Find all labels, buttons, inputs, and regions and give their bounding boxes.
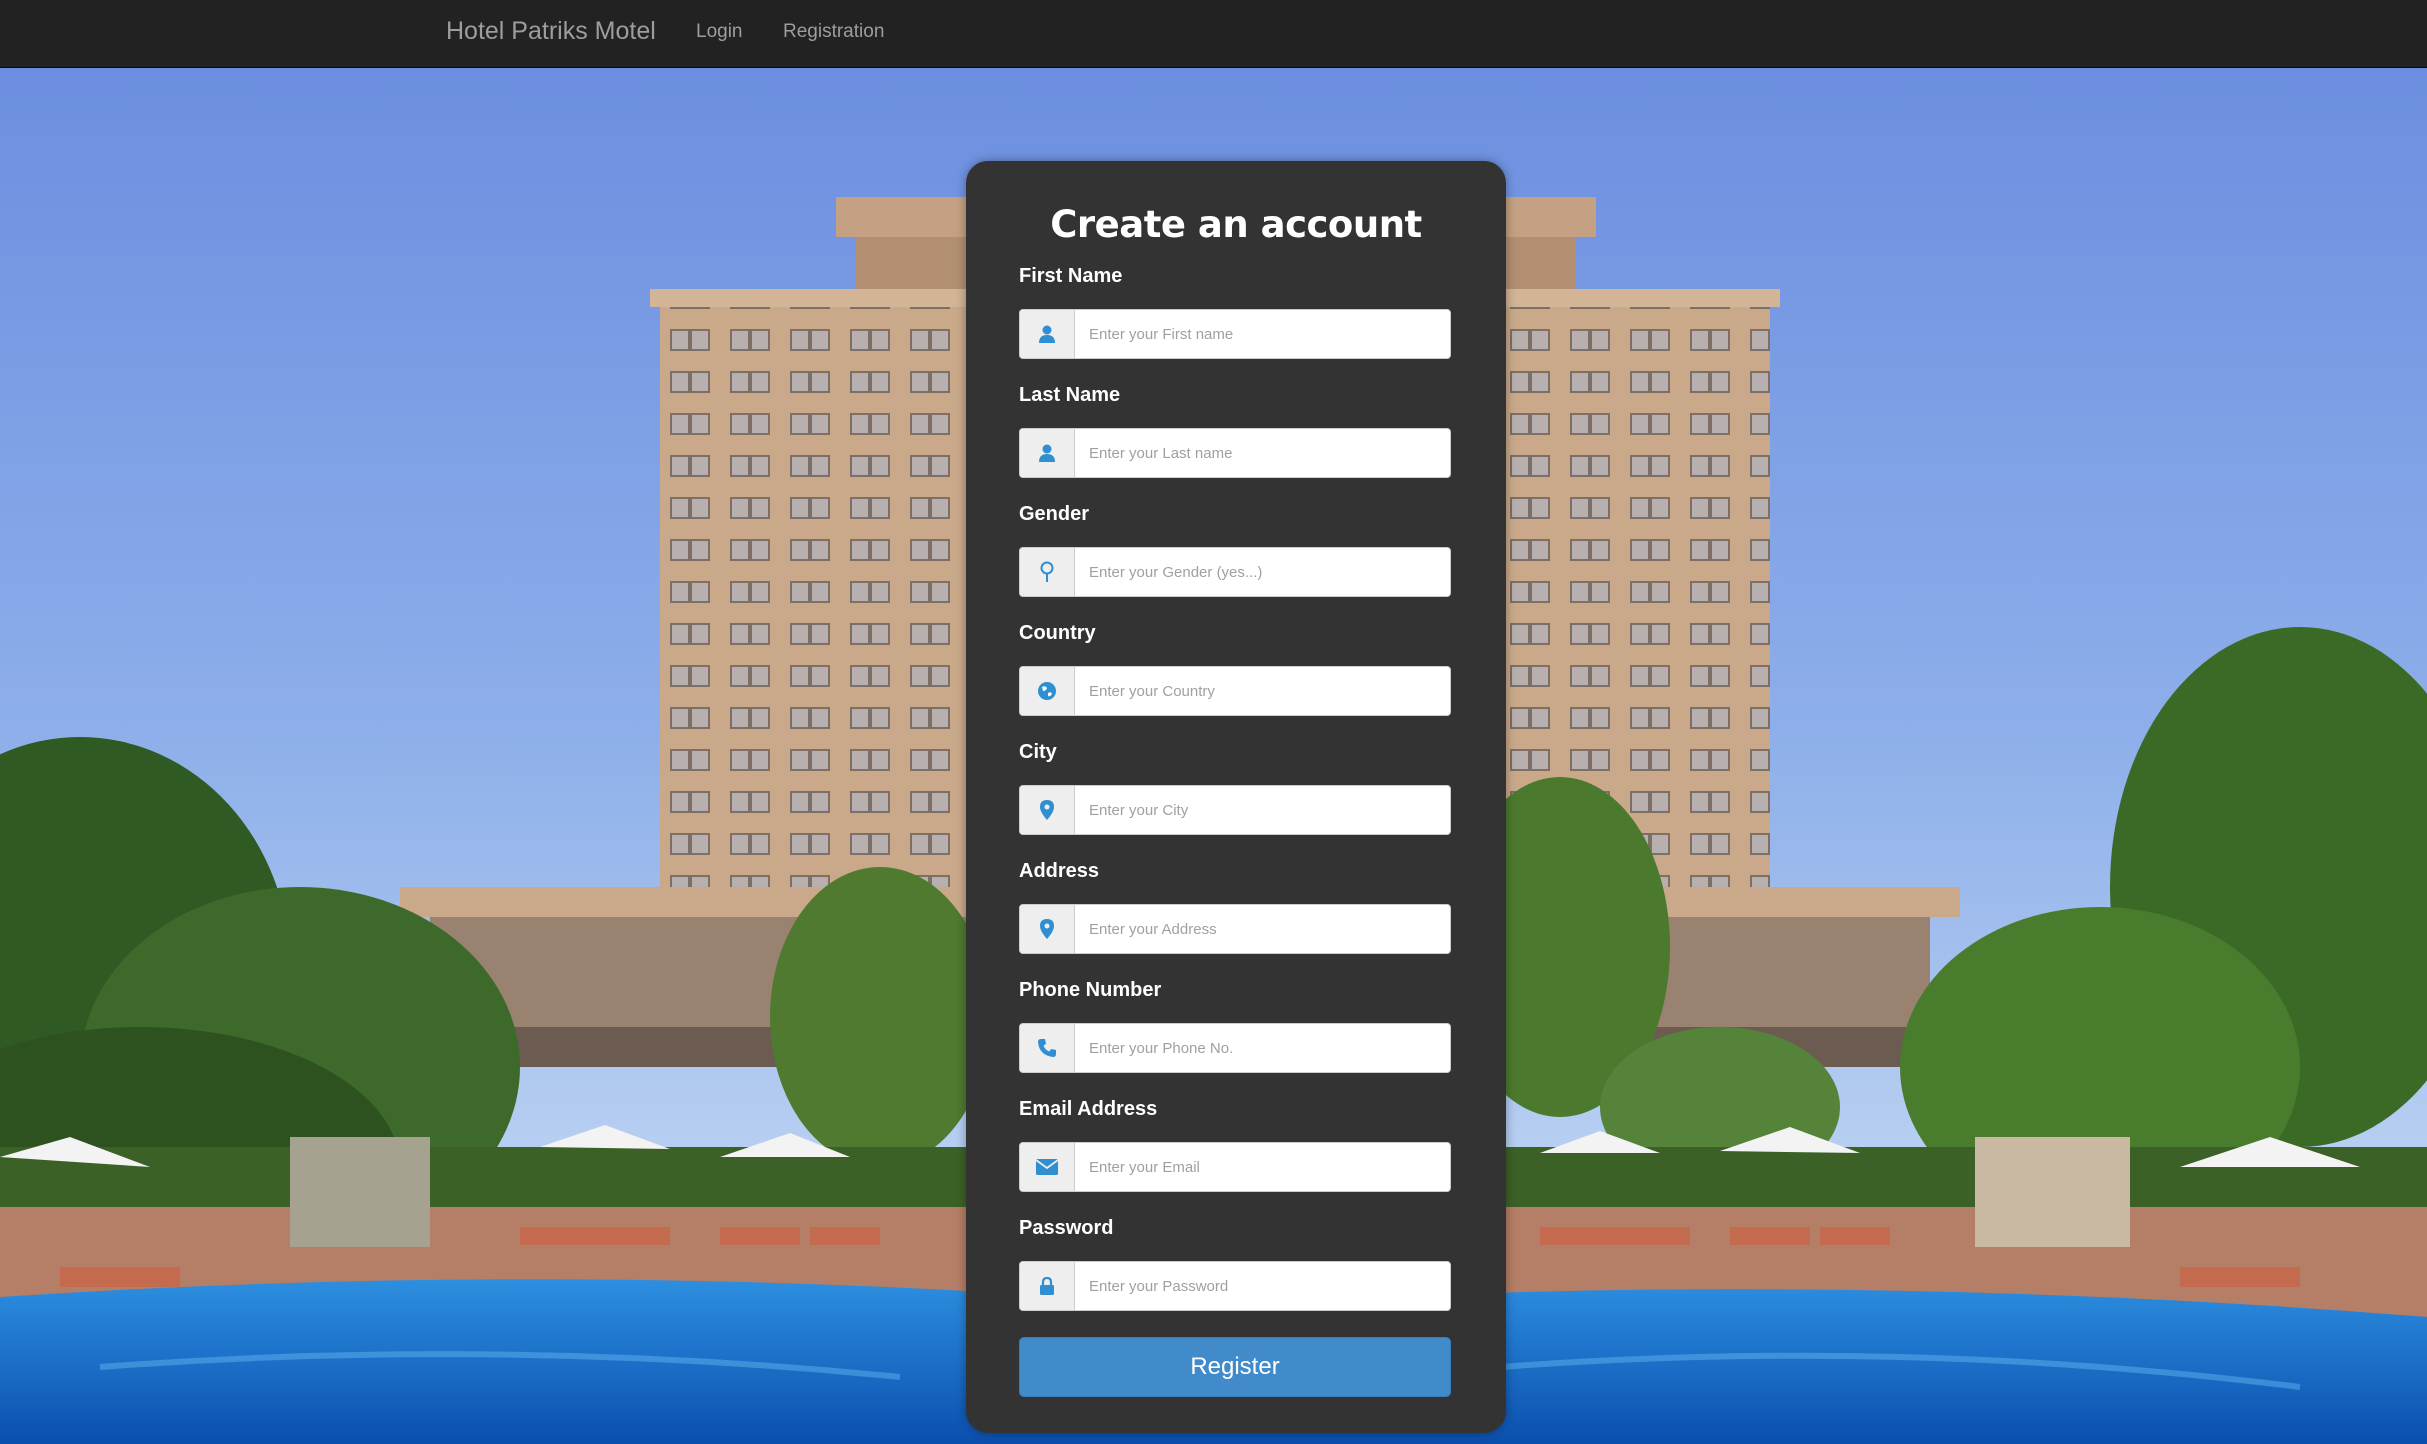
navbar: Hotel Patriks Motel Login Registration bbox=[0, 0, 2427, 68]
form-title: Create an account bbox=[1050, 203, 1422, 246]
envelope-icon bbox=[1020, 1143, 1075, 1191]
last-name-input[interactable] bbox=[1075, 429, 1445, 477]
address-group bbox=[1019, 904, 1451, 954]
user-icon bbox=[1020, 429, 1075, 477]
gender-input[interactable] bbox=[1075, 548, 1445, 596]
password-group bbox=[1019, 1261, 1451, 1311]
registration-card: Create an account First Name Last Name G… bbox=[966, 161, 1506, 1433]
address-label: Address bbox=[1019, 860, 1100, 882]
last-name-label: Last Name bbox=[1019, 384, 1121, 406]
gender-pin-icon bbox=[1020, 548, 1075, 596]
phone-number-input[interactable] bbox=[1075, 1024, 1445, 1072]
register-button[interactable]: Register bbox=[1019, 1337, 1451, 1397]
country-input[interactable] bbox=[1075, 667, 1445, 715]
country-label: Country bbox=[1019, 622, 1096, 644]
lock-icon bbox=[1020, 1262, 1075, 1310]
nav-link-registration[interactable]: Registration bbox=[783, 21, 884, 43]
globe-icon bbox=[1020, 667, 1075, 715]
last-name-group bbox=[1019, 428, 1451, 478]
city-group bbox=[1019, 785, 1451, 835]
navbar-brand[interactable]: Hotel Patriks Motel bbox=[446, 17, 656, 46]
email-address-group bbox=[1019, 1142, 1451, 1192]
email-address-label: Email Address bbox=[1019, 1098, 1158, 1120]
gender-label: Gender bbox=[1019, 503, 1090, 525]
email-address-input[interactable] bbox=[1075, 1143, 1445, 1191]
city-label: City bbox=[1019, 741, 1057, 763]
gender-group bbox=[1019, 547, 1451, 597]
password-label: Password bbox=[1019, 1217, 1114, 1239]
password-input[interactable] bbox=[1075, 1262, 1445, 1310]
city-input[interactable] bbox=[1075, 786, 1445, 834]
nav-link-login[interactable]: Login bbox=[696, 21, 743, 43]
address-input[interactable] bbox=[1075, 905, 1445, 953]
map-marker-icon bbox=[1020, 905, 1075, 953]
phone-icon bbox=[1020, 1024, 1075, 1072]
first-name-label: First Name bbox=[1019, 265, 1123, 287]
country-group bbox=[1019, 666, 1451, 716]
first-name-group bbox=[1019, 309, 1451, 359]
phone-number-group bbox=[1019, 1023, 1451, 1073]
phone-number-label: Phone Number bbox=[1019, 979, 1162, 1001]
map-marker-icon bbox=[1020, 786, 1075, 834]
user-icon bbox=[1020, 310, 1075, 358]
first-name-input[interactable] bbox=[1075, 310, 1445, 358]
